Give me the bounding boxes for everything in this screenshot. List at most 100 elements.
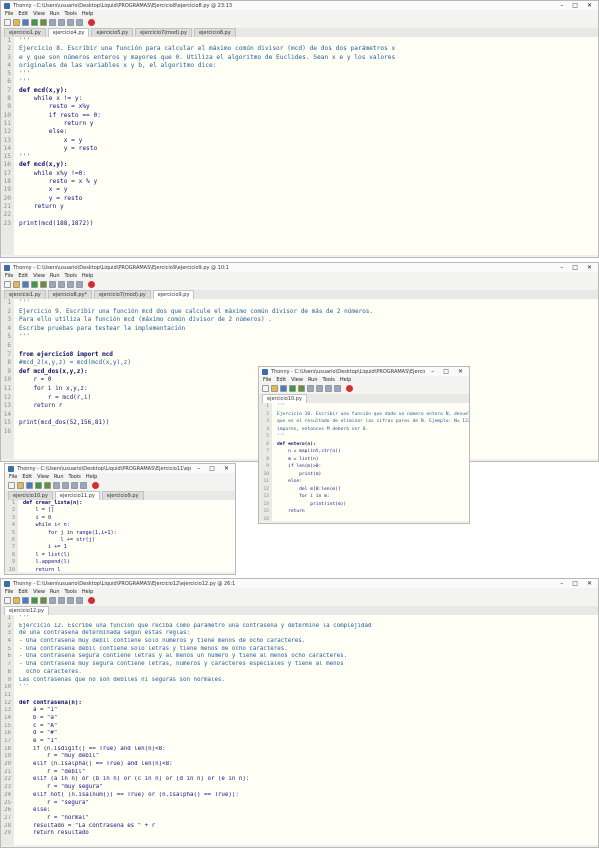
step-into-icon[interactable] — [62, 482, 69, 489]
tab-ejercicio8-py-[interactable]: ejercicio8.py* — [47, 290, 92, 299]
step-into-icon[interactable] — [58, 597, 65, 604]
stop-icon[interactable] — [88, 281, 95, 288]
minimize-button[interactable]: – — [194, 465, 203, 472]
tab-ejercicio4-py[interactable]: ejercicio4.py — [47, 28, 90, 37]
debug-icon[interactable] — [40, 597, 47, 604]
menu-item-run[interactable]: Run — [50, 273, 60, 279]
debug-icon[interactable] — [298, 385, 305, 392]
open-folder-icon[interactable] — [13, 19, 20, 26]
run-icon[interactable] — [31, 597, 38, 604]
code-area[interactable]: def crear_lista(n): l = [] i = 0 while i… — [18, 500, 235, 572]
menu-item-view[interactable]: View — [37, 474, 49, 480]
menu-item-help[interactable]: Help — [82, 589, 93, 595]
menu-item-help[interactable]: Help — [82, 273, 93, 279]
maximize-button[interactable]: □ — [569, 580, 581, 587]
code-editor[interactable]: 1234567891011121314151617'''Ejercicio 10… — [259, 403, 469, 521]
maximize-button[interactable]: □ — [569, 2, 581, 9]
close-button[interactable]: ✕ — [584, 2, 595, 9]
minimize-button[interactable]: – — [557, 264, 566, 271]
menu-item-edit[interactable]: Edit — [18, 589, 28, 595]
open-folder-icon[interactable] — [271, 385, 278, 392]
menu-item-tools[interactable]: Tools — [65, 11, 77, 17]
menu-item-edit[interactable]: Edit — [276, 377, 286, 383]
new-file-icon[interactable] — [8, 482, 15, 489]
menu-item-run[interactable]: Run — [308, 377, 318, 383]
run-icon[interactable] — [31, 281, 38, 288]
menu-item-tools[interactable]: Tools — [65, 589, 77, 595]
menu-item-run[interactable]: Run — [50, 11, 60, 17]
tab-ejercicio12-py[interactable]: ejercicio12.py — [4, 606, 49, 615]
menu-item-view[interactable]: View — [33, 11, 45, 17]
step-over-icon[interactable] — [53, 482, 60, 489]
menu-item-file[interactable]: File — [9, 474, 17, 480]
menu-item-file[interactable]: File — [263, 377, 271, 383]
tab-ejercicio5-py[interactable]: ejercicio5.py — [91, 28, 134, 37]
code-area[interactable]: ''' Ejercicio 8. Escribir una función par… — [14, 37, 598, 255]
close-button[interactable]: ✕ — [221, 465, 232, 472]
menu-item-edit[interactable]: Edit — [18, 273, 28, 279]
tab-ejercicio10-py[interactable]: ejercicio10.py — [8, 491, 53, 500]
open-folder-icon[interactable] — [13, 281, 20, 288]
code-area[interactable]: ''' Ejercicio 12. Escribe una función que… — [14, 615, 598, 845]
stop-icon[interactable] — [346, 385, 353, 392]
step-over-icon[interactable] — [49, 281, 56, 288]
step-out-icon[interactable] — [325, 385, 332, 392]
maximize-button[interactable]: □ — [569, 264, 581, 271]
run-icon[interactable] — [31, 19, 38, 26]
save-icon[interactable] — [22, 597, 29, 604]
code-area[interactable]: ''' Ejercicio 10. Escribir una función qu… — [272, 403, 469, 521]
save-icon[interactable] — [26, 482, 33, 489]
run-icon[interactable] — [35, 482, 42, 489]
stop-icon[interactable] — [88, 19, 95, 26]
tab-ejercicio1-py[interactable]: ejercicio1.py — [4, 28, 46, 37]
menu-item-edit[interactable]: Edit — [22, 474, 32, 480]
menu-item-file[interactable]: File — [5, 589, 13, 595]
menu-item-help[interactable]: Help — [86, 474, 97, 480]
menu-item-run[interactable]: Run — [50, 589, 60, 595]
code-editor[interactable]: 1 2 3 4 5 6 7 8 9 10 11 12 13 14 15 16 17 18 19 20 21 22 23 '''… — [1, 37, 598, 255]
resume-icon[interactable] — [80, 482, 87, 489]
step-out-icon[interactable] — [67, 19, 74, 26]
menu-item-tools[interactable]: Tools — [69, 474, 81, 480]
resume-icon[interactable] — [334, 385, 341, 392]
debug-icon[interactable] — [40, 281, 47, 288]
menu-item-file[interactable]: File — [5, 273, 13, 279]
open-folder-icon[interactable] — [17, 482, 24, 489]
new-file-icon[interactable] — [4, 281, 11, 288]
maximize-button[interactable]: □ — [206, 465, 218, 472]
tab-ejercicio7-mod-py[interactable]: ejercicio7(mod).py — [93, 290, 151, 299]
step-into-icon[interactable] — [316, 385, 323, 392]
menu-item-view[interactable]: View — [291, 377, 303, 383]
close-button[interactable]: ✕ — [584, 580, 595, 587]
minimize-button[interactable]: – — [557, 580, 566, 587]
new-file-icon[interactable] — [4, 597, 11, 604]
open-folder-icon[interactable] — [13, 597, 20, 604]
save-icon[interactable] — [22, 19, 29, 26]
debug-icon[interactable] — [40, 19, 47, 26]
tab-ejercicio1-py[interactable]: ejercicio1.py — [4, 290, 46, 299]
new-file-icon[interactable] — [262, 385, 269, 392]
tab-ejercicio7-mod-py[interactable]: ejercicio7(mod).py — [135, 28, 192, 37]
code-editor[interactable]: 1 2 3 4 5 6 7 8 9 10 def crear_lista(n): l = [] i … — [5, 500, 235, 572]
minimize-button[interactable]: – — [428, 368, 437, 375]
tab-ejercicio9-py[interactable]: ejercicio9.py — [101, 491, 144, 500]
stop-icon[interactable] — [92, 482, 99, 489]
menu-item-help[interactable]: Help — [82, 11, 93, 17]
menu-item-view[interactable]: View — [33, 589, 45, 595]
resume-icon[interactable] — [76, 19, 83, 26]
save-icon[interactable] — [280, 385, 287, 392]
menu-item-tools[interactable]: Tools — [323, 377, 335, 383]
step-out-icon[interactable] — [67, 281, 74, 288]
save-icon[interactable] — [22, 281, 29, 288]
menu-item-file[interactable]: File — [5, 11, 13, 17]
step-into-icon[interactable] — [58, 281, 65, 288]
maximize-button[interactable]: □ — [440, 368, 452, 375]
menu-item-run[interactable]: Run — [54, 474, 64, 480]
tab-ejercicio9-py[interactable]: ejercicio9.py — [152, 290, 195, 299]
menu-item-tools[interactable]: Tools — [65, 273, 77, 279]
run-icon[interactable] — [289, 385, 296, 392]
step-out-icon[interactable] — [71, 482, 78, 489]
debug-icon[interactable] — [44, 482, 51, 489]
close-button[interactable]: ✕ — [455, 368, 466, 375]
menu-item-view[interactable]: View — [33, 273, 45, 279]
